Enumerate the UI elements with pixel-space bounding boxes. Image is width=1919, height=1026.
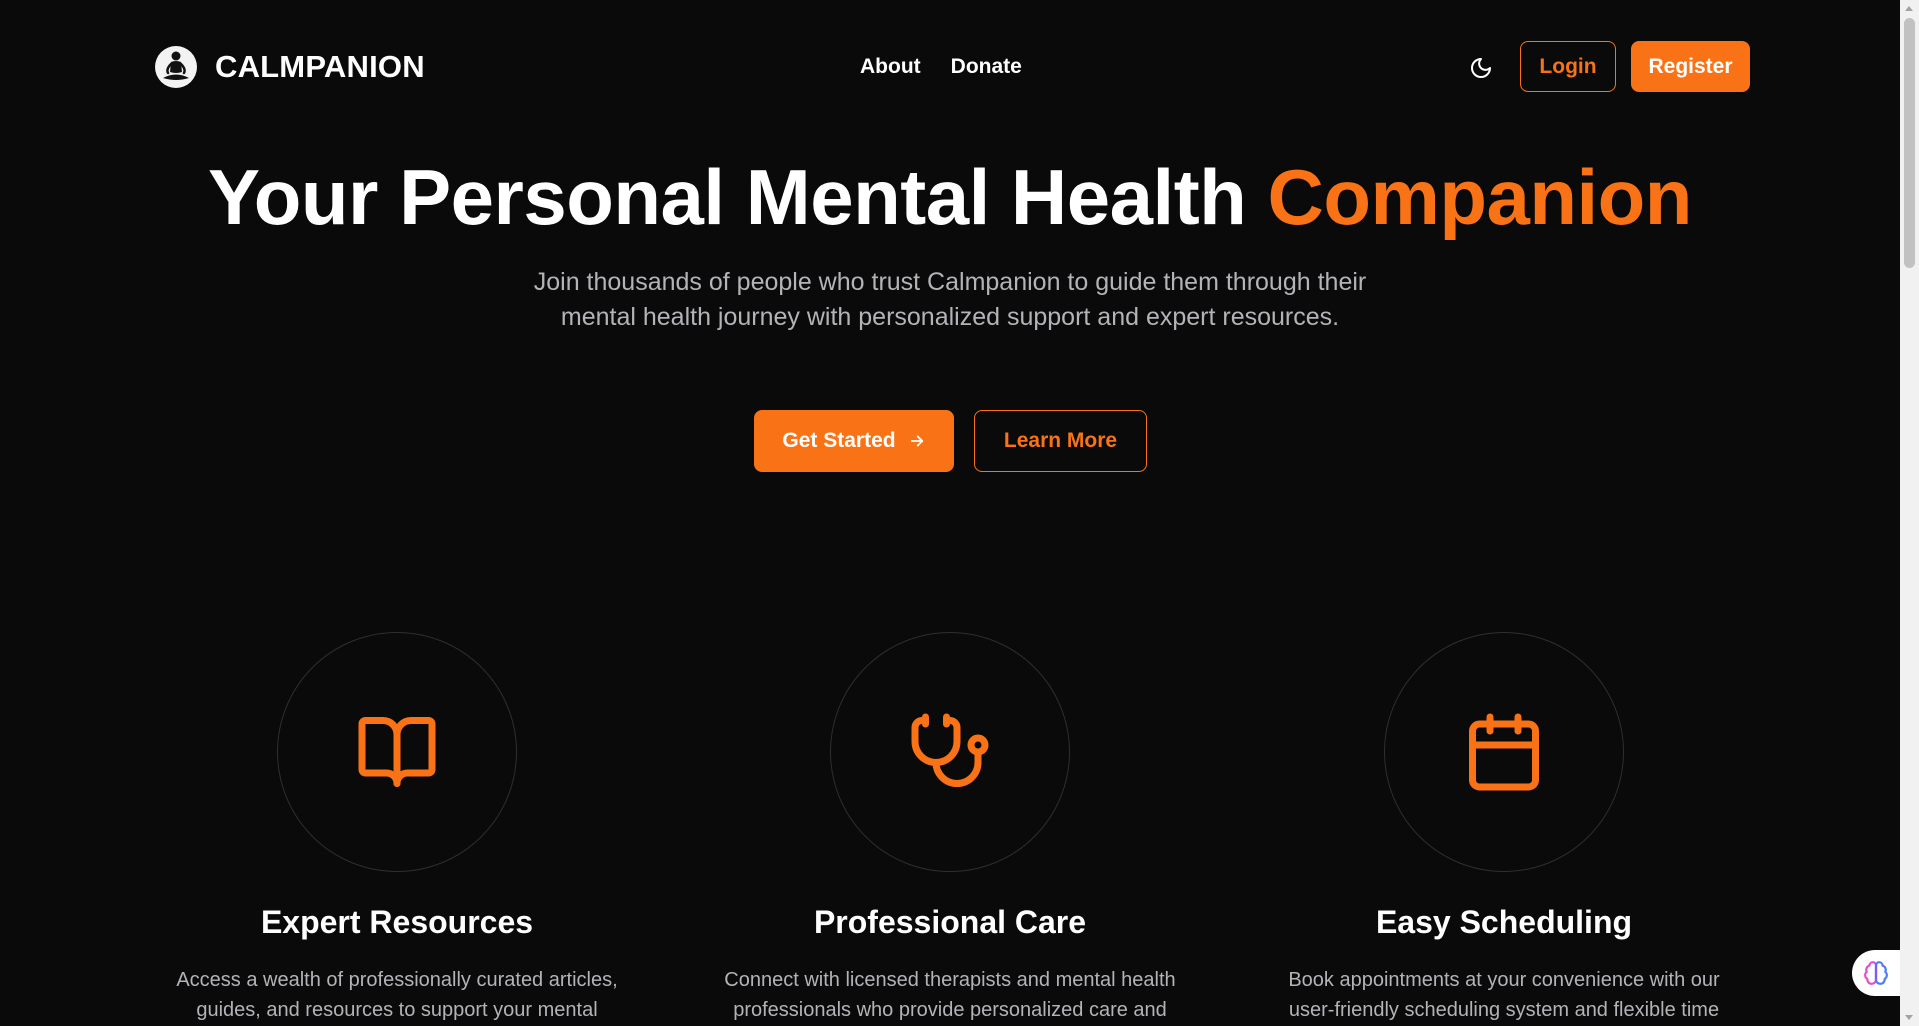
theme-toggle-button[interactable] xyxy=(1466,53,1496,83)
calendar-icon xyxy=(1469,713,1539,791)
feature-description: Access a wealth of professionally curate… xyxy=(176,969,618,1021)
hero-title: Your Personal Mental Health Companion xyxy=(0,152,1900,243)
get-started-label: Get Started xyxy=(782,429,896,452)
hero-subtitle: Join thousands of people who trust Calmp… xyxy=(533,268,1367,331)
logo-text: CALMPANION xyxy=(215,49,425,84)
feature-description: Book appointments at your convenience wi… xyxy=(1288,969,1720,1021)
logo[interactable]: CALMPANION xyxy=(155,46,425,88)
stethoscope-icon xyxy=(911,713,989,787)
get-started-button[interactable]: Get Started xyxy=(754,410,954,472)
feature-title: Professional Care xyxy=(813,904,1087,940)
brain-icon xyxy=(1864,961,1888,985)
moon-icon xyxy=(1471,58,1491,78)
hero-actions: Get Started Learn More xyxy=(754,410,1147,472)
meditation-figure-icon xyxy=(155,46,197,88)
hero-title-main: Your Personal Mental Health xyxy=(208,153,1247,241)
book-open-icon xyxy=(358,717,436,787)
feature-professional-care: Professional Care Connect with licensed … xyxy=(690,632,1210,1025)
scrollbar-thumb[interactable] xyxy=(1904,18,1915,268)
assistant-widget-button[interactable] xyxy=(1852,950,1900,996)
scroll-up-arrow-icon[interactable] xyxy=(1905,6,1913,11)
register-button[interactable]: Register xyxy=(1631,41,1750,92)
feature-expert-resources: Expert Resources Access a wealth of prof… xyxy=(137,632,657,1025)
login-button[interactable]: Login xyxy=(1520,41,1616,92)
feature-icon-circle xyxy=(1384,632,1624,872)
scroll-down-arrow-icon[interactable] xyxy=(1905,1015,1913,1020)
nav-link-donate[interactable]: Donate xyxy=(951,55,1022,79)
learn-more-button[interactable]: Learn More xyxy=(974,410,1147,472)
page: CALMPANION About Donate Login Register Y… xyxy=(0,0,1900,1026)
nav-link-about[interactable]: About xyxy=(860,55,921,79)
feature-description: Connect with licensed therapists and men… xyxy=(724,969,1176,1021)
feature-title: Easy Scheduling xyxy=(1375,904,1633,940)
feature-easy-scheduling: Easy Scheduling Book appointments at you… xyxy=(1244,632,1764,1025)
feature-title: Expert Resources xyxy=(260,904,534,940)
feature-icon-circle xyxy=(830,632,1070,872)
feature-icon-circle xyxy=(277,632,517,872)
vertical-scrollbar[interactable] xyxy=(1900,0,1919,1026)
hero-title-accent: Companion xyxy=(1267,153,1692,241)
main-nav: About Donate xyxy=(860,55,1022,79)
arrow-right-icon xyxy=(910,435,923,447)
site-header: CALMPANION About Donate Login Register xyxy=(0,0,1900,134)
